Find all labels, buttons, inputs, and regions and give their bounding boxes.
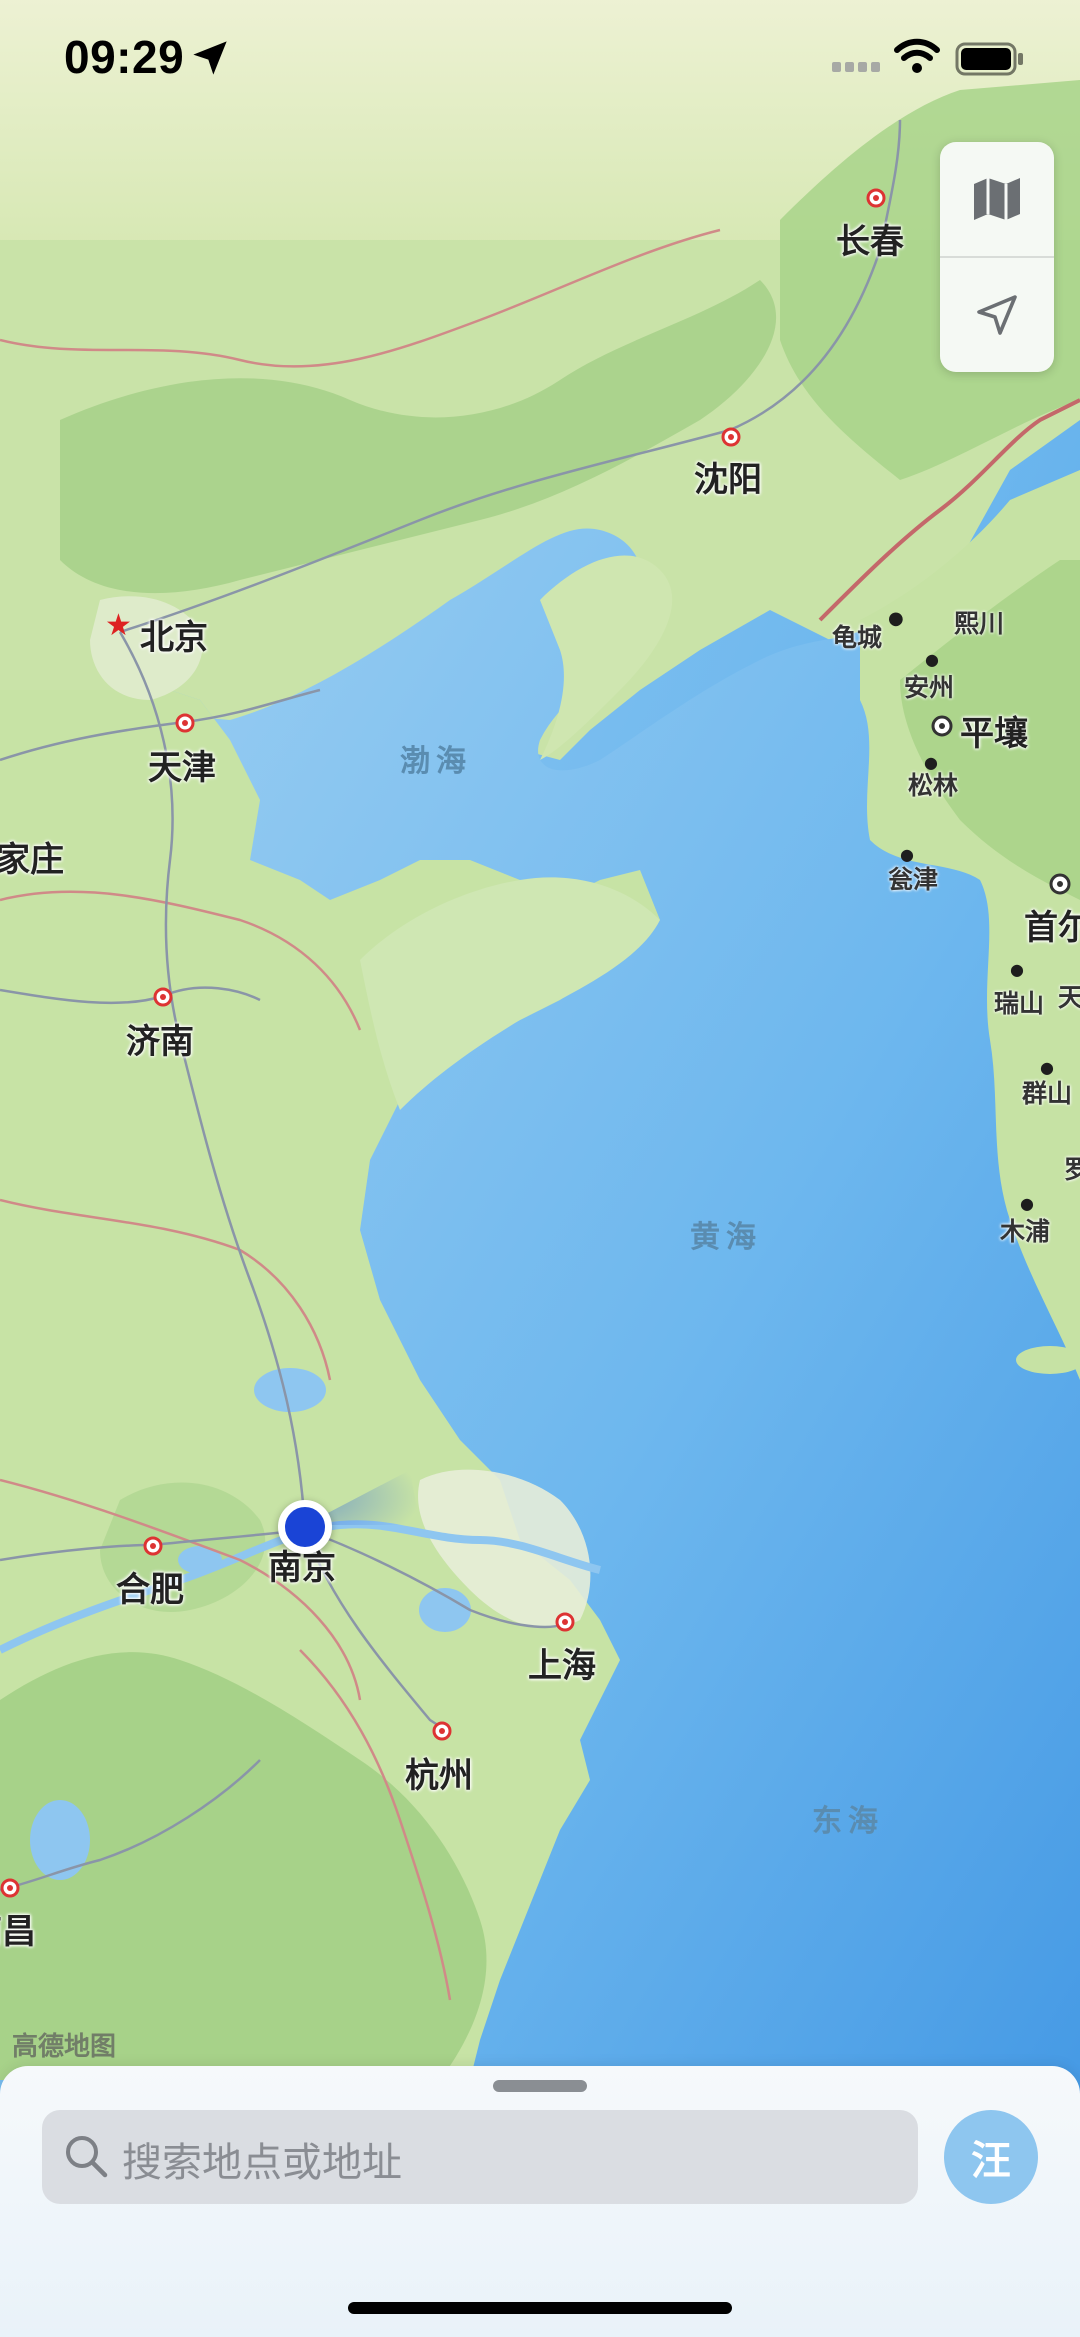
city-label[interactable]: 首尔 bbox=[1024, 900, 1080, 949]
search-input[interactable]: 搜索地点或地址 bbox=[42, 2110, 918, 2204]
town-dot-icon: ● bbox=[888, 608, 904, 629]
city-dot-icon bbox=[175, 713, 195, 733]
city-label[interactable]: 杭州 bbox=[405, 1748, 473, 1797]
lake-hongze bbox=[254, 1368, 326, 1412]
lake-poyang bbox=[30, 1800, 90, 1880]
sea-label: 东海 bbox=[812, 1804, 884, 1839]
city-dot-icon bbox=[721, 427, 741, 447]
town-label[interactable]: 瓮津 bbox=[888, 860, 938, 896]
city-label[interactable]: 南昌 bbox=[0, 1904, 36, 1953]
search-placeholder: 搜索地点或地址 bbox=[122, 2140, 402, 2186]
current-location-dot[interactable] bbox=[278, 1500, 332, 1554]
town-label[interactable]: 天 bbox=[1058, 978, 1080, 1014]
status-bar: 09:29 bbox=[0, 0, 1080, 110]
map-provider-watermark: 高德地图 bbox=[12, 2032, 117, 2062]
town-dot-icon: ● bbox=[925, 650, 939, 669]
city-label[interactable]: 平壤 bbox=[960, 706, 1028, 755]
city-dot-icon bbox=[555, 1612, 575, 1632]
town-label[interactable]: 木浦 bbox=[1000, 1212, 1050, 1248]
location-arrow-outline-icon bbox=[977, 295, 1017, 335]
capital-star-icon: ★ bbox=[105, 608, 132, 643]
map-icon bbox=[974, 178, 1020, 220]
city-dot-icon bbox=[153, 987, 173, 1007]
city-label[interactable]: 沈阳 bbox=[694, 452, 762, 501]
map-mode-button[interactable] bbox=[940, 142, 1054, 256]
city-label[interactable]: 天津 bbox=[148, 740, 216, 789]
city-label[interactable]: 上海 bbox=[528, 1638, 596, 1687]
town-dot-icon: ● bbox=[1020, 1194, 1034, 1213]
sea-label: 黄海 bbox=[690, 1220, 762, 1255]
wifi-icon bbox=[894, 38, 940, 73]
capital-dot-icon bbox=[931, 715, 953, 737]
sea-label: 渤海 bbox=[400, 744, 472, 779]
avatar[interactable]: 汪 bbox=[944, 2110, 1038, 2204]
status-time: 09:29 bbox=[64, 31, 185, 83]
town-label[interactable]: 罗 bbox=[1064, 1150, 1080, 1186]
city-label[interactable]: 济南 bbox=[126, 1014, 194, 1063]
location-arrow-icon bbox=[193, 41, 227, 75]
town-label[interactable]: 熙川 bbox=[954, 604, 1004, 640]
map-canvas[interactable] bbox=[0, 0, 1080, 2337]
town-label[interactable]: 松林 bbox=[908, 766, 958, 802]
city-dot-icon bbox=[143, 1536, 163, 1556]
locate-me-button[interactable] bbox=[940, 258, 1054, 372]
town-dot-icon: ● bbox=[1010, 960, 1024, 979]
sheet-grabber[interactable] bbox=[493, 2080, 587, 2092]
city-label[interactable]: 北京 bbox=[140, 610, 208, 659]
capital-dot-icon bbox=[1049, 873, 1071, 895]
town-label[interactable]: 群山 bbox=[1022, 1074, 1072, 1110]
city-dot-icon bbox=[866, 188, 886, 208]
town-label[interactable]: 瑞山 bbox=[994, 984, 1044, 1020]
city-label[interactable]: 长春 bbox=[836, 214, 904, 263]
town-label[interactable]: 安州 bbox=[904, 668, 954, 704]
bottom-sheet[interactable]: 搜索地点或地址 汪 bbox=[0, 2066, 1080, 2337]
map-controls bbox=[940, 142, 1054, 372]
city-label[interactable]: 合肥 bbox=[116, 1562, 184, 1611]
search-icon bbox=[66, 2136, 108, 2178]
cellular-signal-icon bbox=[832, 62, 880, 72]
town-label[interactable]: 龟城 bbox=[832, 618, 882, 654]
battery-icon bbox=[955, 42, 1023, 76]
city-label[interactable]: 家庄 bbox=[0, 832, 64, 881]
city-dot-icon bbox=[0, 1878, 20, 1898]
home-indicator bbox=[348, 2302, 732, 2314]
city-dot-icon bbox=[432, 1721, 452, 1741]
